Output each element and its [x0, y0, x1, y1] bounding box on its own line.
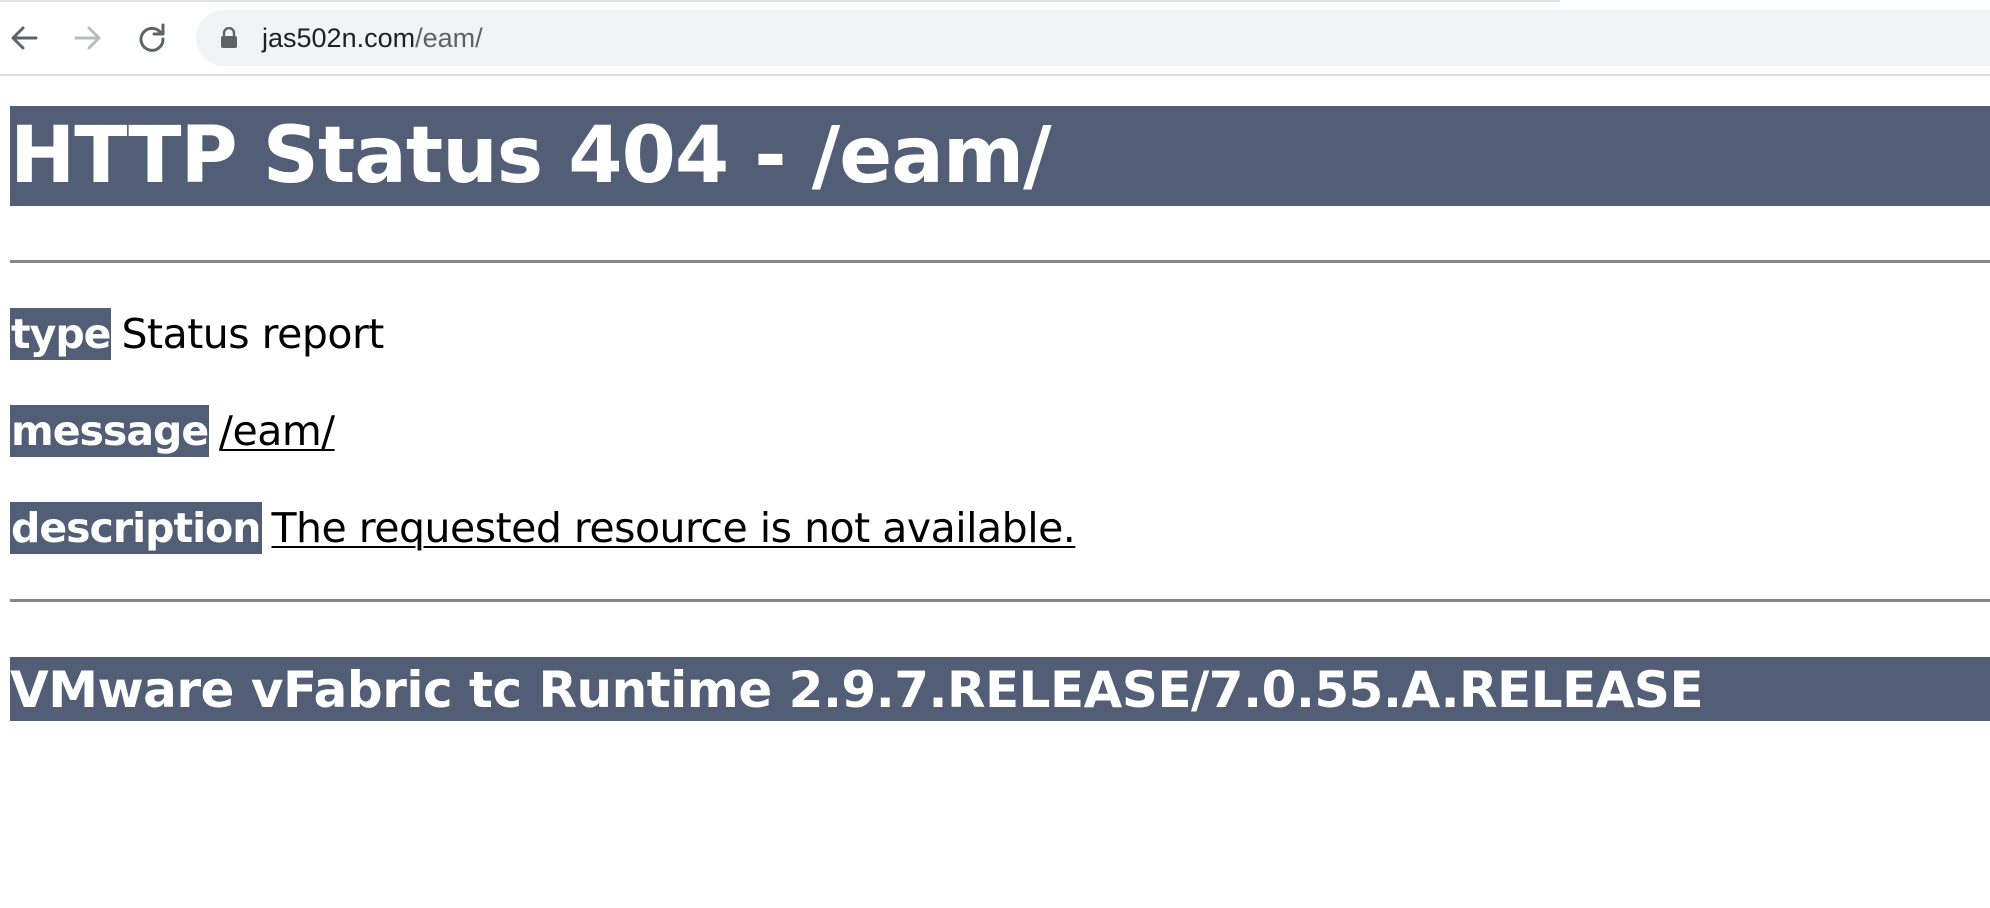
url-text[interactable]: jas502n.com/eam/ — [262, 10, 483, 66]
reload-button[interactable] — [130, 16, 174, 60]
url-path: /eam/ — [415, 23, 483, 53]
description-label: description — [10, 502, 262, 554]
arrow-left-icon — [11, 26, 38, 50]
arrow-right-icon — [74, 26, 101, 50]
divider — [10, 260, 1990, 263]
reload-icon — [139, 23, 165, 52]
tab-strip-edge — [0, 0, 1560, 2]
message-row: message/eam/ — [10, 405, 335, 457]
message-value: /eam/ — [219, 407, 335, 455]
description-row: description The requested resource is not… — [10, 502, 1076, 554]
forward-button[interactable] — [66, 16, 110, 60]
description-value: The requested resource is not available. — [271, 504, 1076, 552]
type-label: type — [10, 308, 111, 360]
address-bar[interactable]: jas502n.com/eam/ — [196, 10, 1990, 66]
lock-icon[interactable] — [220, 27, 238, 49]
message-label: message — [10, 405, 209, 457]
server-info-heading: VMware vFabric tc Runtime 2.9.7.RELEASE/… — [10, 657, 1990, 721]
browser-toolbar: jas502n.com/eam/ — [0, 0, 1990, 76]
page-title: HTTP Status 404 - /eam/ — [10, 106, 1990, 206]
type-value: Status report — [121, 310, 384, 358]
back-button[interactable] — [2, 16, 46, 60]
divider — [10, 599, 1990, 602]
url-host: jas502n.com — [262, 23, 416, 53]
type-row: type Status report — [10, 308, 384, 360]
